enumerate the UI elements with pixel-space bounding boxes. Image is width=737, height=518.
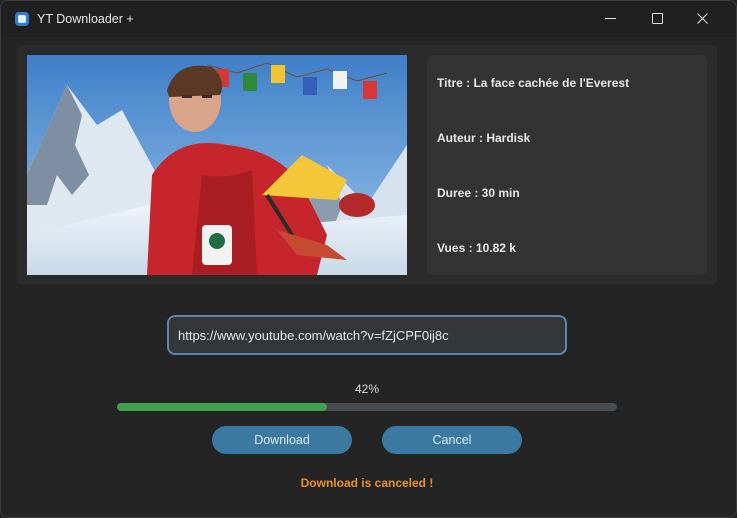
window-title: YT Downloader +: [37, 12, 134, 26]
video-views: Vues : 10.82 k: [437, 241, 516, 255]
progress-percentage: 42%: [354, 382, 380, 396]
close-icon: [697, 13, 708, 24]
app-logo-icon: [15, 12, 29, 26]
video-duration: Duree : 30 min: [437, 186, 520, 200]
minimize-button[interactable]: [588, 1, 634, 37]
video-details-panel: Titre : La face cachée de l'Everest Aute…: [427, 55, 707, 275]
progress-bar: [117, 403, 617, 411]
cancel-button[interactable]: Cancel: [382, 426, 522, 454]
status-message: Download is canceled !: [300, 476, 434, 490]
close-button[interactable]: [680, 1, 726, 37]
title-bar[interactable]: YT Downloader +: [1, 1, 736, 37]
app-window: YT Downloader + Titre: La face cachée d…: [0, 0, 737, 518]
video-author: Auteur : Hardisk: [437, 131, 531, 145]
video-thumbnail: [27, 55, 407, 275]
progress-fill: [117, 403, 327, 411]
url-input[interactable]: [167, 315, 567, 355]
download-button[interactable]: Download: [212, 426, 352, 454]
maximize-button[interactable]: [634, 1, 680, 37]
video-title: Titre : La face cachée de l'Everest: [437, 76, 630, 90]
